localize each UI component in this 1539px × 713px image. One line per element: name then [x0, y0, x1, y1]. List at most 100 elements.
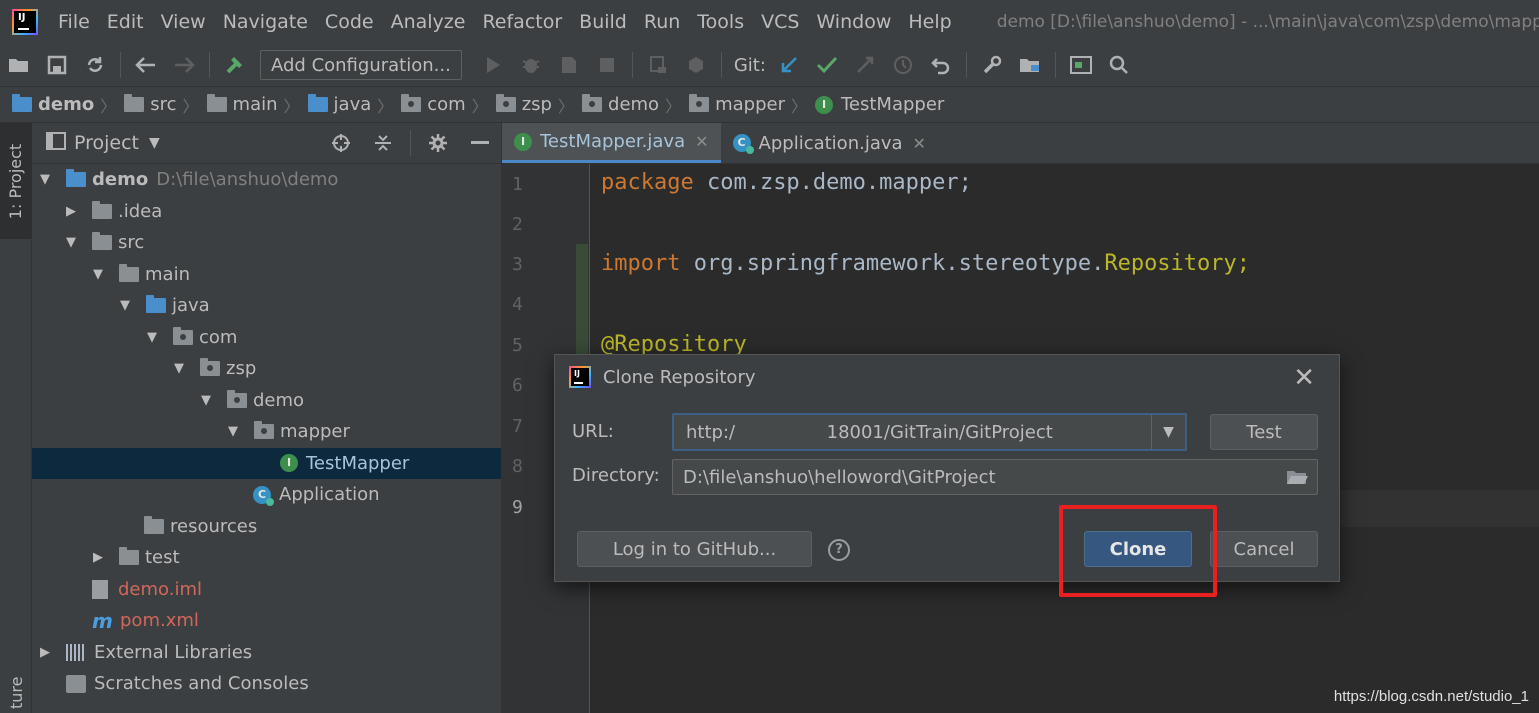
chevron-down-icon[interactable]: ▼ [1151, 415, 1185, 449]
coverage-icon[interactable] [556, 52, 582, 78]
tree-item-label: demo.iml [118, 578, 202, 600]
tab-testmapper-java[interactable]: I TestMapper.java ✕ [502, 123, 721, 163]
save-icon[interactable] [44, 52, 70, 78]
project-structure-folder-icon[interactable] [1017, 52, 1043, 78]
git-update-arrow-icon[interactable] [776, 52, 802, 78]
breadcrumb-demo-package[interactable]: demo 〉 [582, 93, 689, 117]
tree-item-scratches[interactable]: ▶ Scratches and Consoles [32, 668, 501, 700]
back-arrow-icon[interactable] [133, 52, 159, 78]
tree-item-test[interactable]: ▶ test [32, 542, 501, 574]
tree-item-src[interactable]: ▼ src [32, 227, 501, 259]
chevron-down-icon[interactable]: ▼ [226, 424, 240, 439]
tree-item-testmapper[interactable]: ▶ I TestMapper [32, 447, 501, 479]
chevron-down-icon[interactable]: ▼ [172, 361, 186, 376]
attach-debugger-icon[interactable] [645, 52, 671, 78]
help-icon[interactable]: ? [828, 539, 850, 561]
open-folder-icon[interactable] [6, 52, 32, 78]
toolbar-separator [209, 52, 210, 78]
close-icon[interactable]: ✕ [695, 132, 708, 151]
url-input[interactable] [674, 415, 1151, 449]
directory-input[interactable] [673, 460, 1277, 494]
tree-item-label: pom.xml [120, 610, 199, 632]
breadcrumb-com[interactable]: com 〉 [401, 93, 495, 117]
tree-item-pom-xml[interactable]: ▶ m pom.xml [32, 605, 501, 637]
structure-tool-tab[interactable]: ture [7, 677, 26, 709]
chevron-down-icon[interactable]: ▼ [145, 330, 159, 345]
folder-icon [124, 94, 145, 112]
menu-run[interactable]: Run [644, 11, 680, 33]
chevron-right-icon[interactable]: ▶ [91, 550, 105, 565]
directory-field[interactable] [672, 459, 1318, 495]
chevron-down-icon[interactable]: ▼ [91, 267, 105, 282]
tree-item-com[interactable]: ▼ com [32, 322, 501, 354]
forward-arrow-icon[interactable] [171, 52, 197, 78]
chevron-down-icon[interactable]: ▼ [38, 172, 52, 187]
menu-help[interactable]: Help [908, 11, 951, 33]
tree-item-application[interactable]: ▶ C Application [32, 479, 501, 511]
cancel-button[interactable]: Cancel [1210, 531, 1318, 567]
breadcrumb-testmapper[interactable]: I TestMapper [814, 94, 944, 115]
breadcrumb-demo[interactable]: demo 〉 [12, 93, 124, 117]
url-combobox[interactable]: ▼ [672, 413, 1187, 451]
git-rollback-icon[interactable] [928, 52, 954, 78]
tree-item-demo-package[interactable]: ▼ demo [32, 385, 501, 417]
debug-bug-icon[interactable] [518, 52, 544, 78]
menu-window[interactable]: Window [816, 11, 891, 33]
project-tool-tab[interactable]: 1: Project [0, 123, 32, 239]
breadcrumb-mapper[interactable]: mapper 〉 [689, 93, 815, 117]
close-icon[interactable]: ✕ [913, 134, 926, 153]
menu-analyze[interactable]: Analyze [391, 11, 466, 33]
minimize-icon[interactable] [467, 130, 493, 156]
menu-vcs[interactable]: VCS [761, 11, 799, 33]
git-push-icon[interactable] [852, 52, 878, 78]
tree-item-resources[interactable]: ▶ resources [32, 511, 501, 543]
terminal-window-icon[interactable] [1068, 52, 1094, 78]
tree-item-demo-iml[interactable]: ▶ demo.iml [32, 574, 501, 606]
browse-folder-icon[interactable] [1277, 468, 1317, 486]
chevron-right-icon[interactable]: ▶ [38, 645, 52, 660]
chevron-down-icon[interactable]: ▼ [64, 235, 78, 250]
log-in-to-github-button[interactable]: Log in to GitHub... [577, 531, 812, 567]
settings-wrench-icon[interactable] [979, 52, 1005, 78]
tree-item-idea[interactable]: ▶ .idea [32, 196, 501, 228]
sync-icon[interactable] [82, 52, 108, 78]
chevron-down-icon[interactable]: ▼ [118, 298, 132, 313]
breadcrumb-main[interactable]: main 〉 [206, 93, 308, 117]
menu-edit[interactable]: Edit [107, 11, 144, 33]
tree-item-external-libraries[interactable]: ▶ External Libraries [32, 637, 501, 669]
tab-application-java[interactable]: C Application.java ✕ [721, 123, 938, 163]
menu-navigate[interactable]: Navigate [223, 11, 308, 33]
chevron-right-icon[interactable]: ▶ [64, 204, 78, 219]
menu-view[interactable]: View [161, 11, 206, 33]
tree-item-zsp[interactable]: ▼ zsp [32, 353, 501, 385]
chevron-down-icon[interactable]: ▼ [149, 135, 160, 151]
test-button[interactable]: Test [1210, 414, 1318, 450]
git-commit-check-icon[interactable] [814, 52, 840, 78]
breadcrumb-src[interactable]: src 〉 [124, 93, 206, 117]
menu-tools[interactable]: Tools [697, 11, 744, 33]
tree-item-mapper[interactable]: ▼ mapper [32, 416, 501, 448]
locate-crosshair-icon[interactable] [328, 130, 354, 156]
close-icon[interactable]: ✕ [1293, 363, 1315, 393]
breadcrumb-zsp[interactable]: zsp 〉 [495, 93, 582, 117]
tree-item-main[interactable]: ▼ main [32, 259, 501, 291]
menu-refactor[interactable]: Refactor [482, 11, 562, 33]
breadcrumb-label: mapper [715, 94, 785, 115]
chevron-down-icon[interactable]: ▼ [199, 393, 213, 408]
search-icon[interactable] [1106, 52, 1132, 78]
collapse-all-icon[interactable] [370, 130, 396, 156]
project-panel-title[interactable]: Project [74, 132, 139, 154]
tree-item-demo[interactable]: ▼ demo D:\file\anshuo\demo [32, 164, 501, 196]
breadcrumb-java[interactable]: java 〉 [307, 93, 402, 117]
gear-icon[interactable] [425, 130, 451, 156]
stop-icon[interactable] [594, 52, 620, 78]
project-structure-icon[interactable] [683, 52, 709, 78]
run-icon[interactable] [480, 52, 506, 78]
menu-build[interactable]: Build [579, 11, 627, 33]
add-configuration-button[interactable]: Add Configuration... [260, 50, 462, 80]
tree-item-java[interactable]: ▼ java [32, 290, 501, 322]
build-hammer-icon[interactable] [222, 52, 248, 78]
git-history-clock-icon[interactable] [890, 52, 916, 78]
menu-file[interactable]: File [58, 11, 90, 33]
menu-code[interactable]: Code [325, 11, 374, 33]
